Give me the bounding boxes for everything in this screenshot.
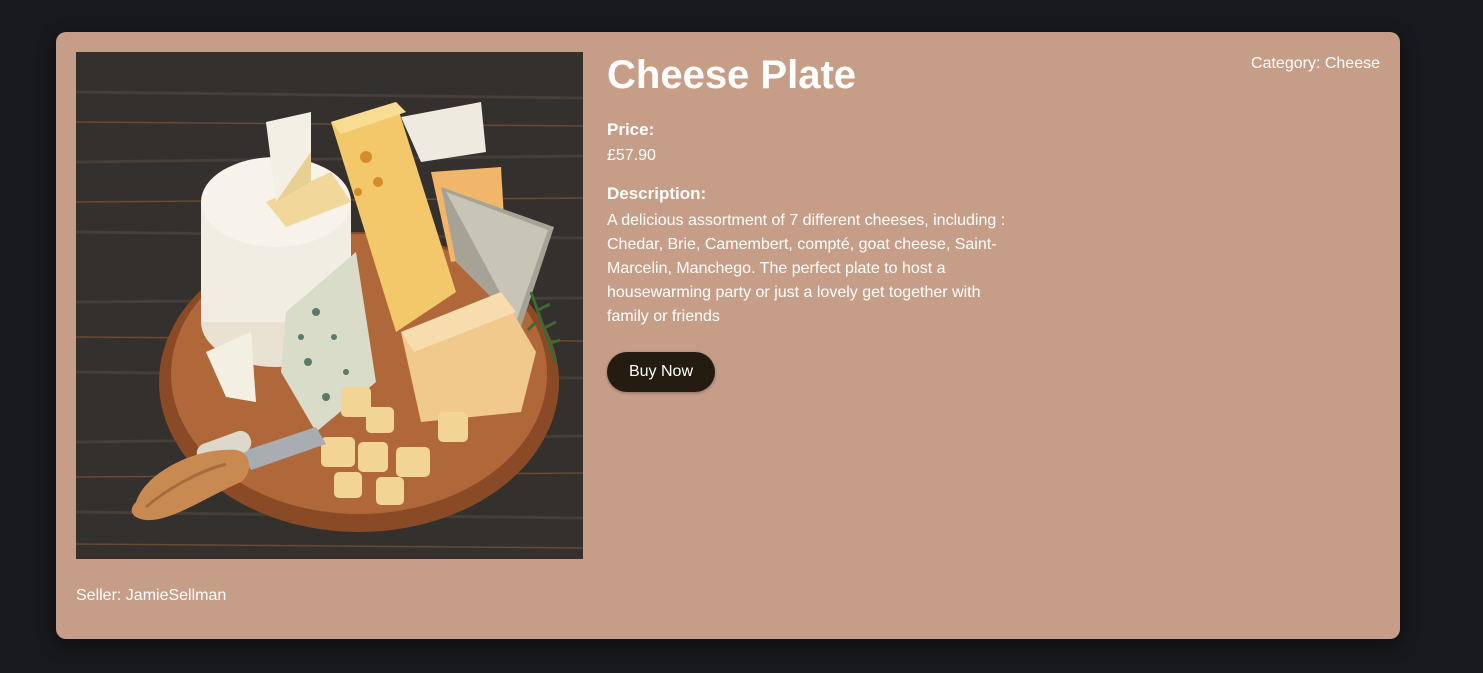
price-label: Price: (607, 120, 655, 139)
cheese-plate-illustration (76, 52, 583, 559)
product-title: Cheese Plate (607, 53, 857, 97)
product-category: Category: Cheese (1251, 55, 1380, 72)
product-card: Cheese Plate Category: Cheese Price: £57… (56, 32, 1400, 639)
buy-now-button[interactable]: Buy Now (607, 352, 715, 392)
price-value: £57.90 (607, 147, 656, 164)
description-label: Description: (607, 184, 707, 203)
seller-name: Seller: JamieSellman (76, 587, 227, 604)
product-image (76, 52, 583, 559)
description-text: A delicious assortment of 7 different ch… (607, 212, 1006, 325)
